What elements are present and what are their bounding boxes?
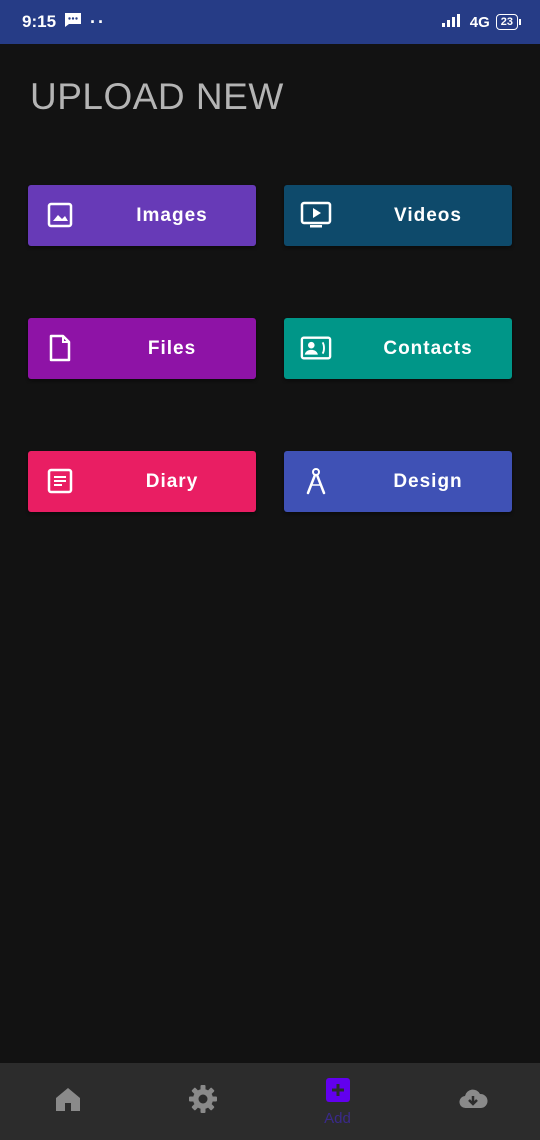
settings-icon: [188, 1084, 218, 1119]
nav-download[interactable]: [405, 1063, 540, 1140]
nav-add[interactable]: Add: [270, 1063, 405, 1140]
videos-label: Videos: [394, 204, 462, 226]
compass-icon: [300, 465, 332, 497]
images-button[interactable]: Images: [28, 185, 256, 246]
more-dots-icon: ··: [90, 12, 107, 32]
signal-icon: [441, 13, 464, 31]
add-icon: [325, 1077, 351, 1108]
page-title: UPLOAD NEW: [30, 76, 284, 117]
bottom-nav: Add: [0, 1063, 540, 1140]
nav-add-label: Add: [324, 1109, 351, 1127]
design-label: Design: [393, 470, 463, 492]
contact-card-icon: [300, 332, 332, 364]
message-icon: [64, 12, 82, 33]
status-bar: 9:15 ·· 4G 23: [0, 0, 540, 44]
diary-icon: [44, 465, 76, 497]
file-icon: [44, 332, 76, 364]
design-button[interactable]: Design: [284, 451, 512, 512]
status-time: 9:15: [22, 12, 57, 31]
nav-home[interactable]: [0, 1063, 135, 1140]
contacts-button[interactable]: Contacts: [284, 318, 512, 379]
files-label: Files: [147, 337, 197, 359]
network-type: 4G: [469, 13, 490, 31]
home-icon: [54, 1085, 82, 1118]
battery-icon: 23: [495, 14, 522, 30]
nav-settings[interactable]: [135, 1063, 270, 1140]
files-button[interactable]: Files: [28, 318, 256, 379]
video-icon: [300, 199, 332, 231]
diary-label: Diary: [145, 470, 199, 492]
contacts-label: Contacts: [383, 337, 473, 359]
status-left: 9:15 ··: [22, 12, 106, 33]
diary-button[interactable]: Diary: [28, 451, 256, 512]
images-label: Images: [136, 204, 208, 226]
videos-button[interactable]: Videos: [284, 185, 512, 246]
status-right: 4G 23: [441, 13, 522, 31]
cloud-download-icon: [458, 1086, 488, 1117]
image-icon: [44, 199, 76, 231]
battery-level: 23: [500, 16, 513, 28]
